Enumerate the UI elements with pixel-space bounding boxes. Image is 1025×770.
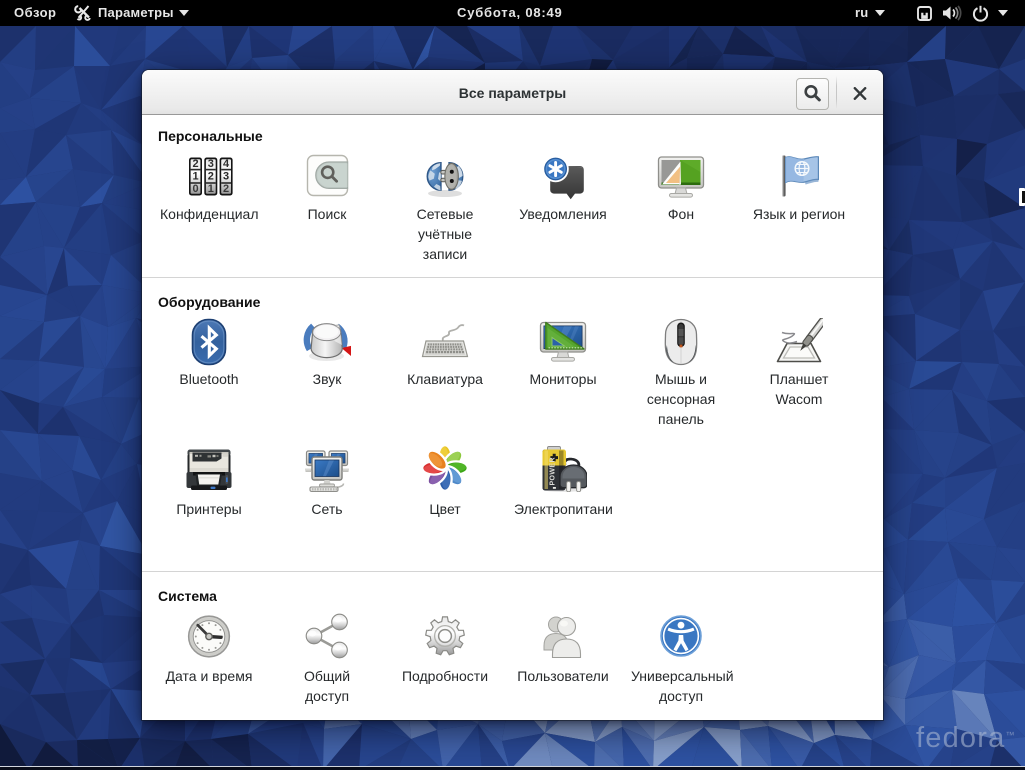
svg-text:2: 2: [223, 183, 229, 195]
svg-text:4: 4: [223, 158, 230, 170]
svg-text:2: 2: [208, 171, 214, 183]
svg-text:3: 3: [223, 171, 229, 183]
svg-text:1: 1: [192, 171, 198, 183]
svg-text:3: 3: [208, 158, 214, 170]
svg-text:0: 0: [192, 183, 198, 195]
svg-text:1: 1: [208, 183, 214, 195]
svg-text:POWER: POWER: [549, 457, 556, 485]
svg-text:2: 2: [192, 158, 198, 170]
